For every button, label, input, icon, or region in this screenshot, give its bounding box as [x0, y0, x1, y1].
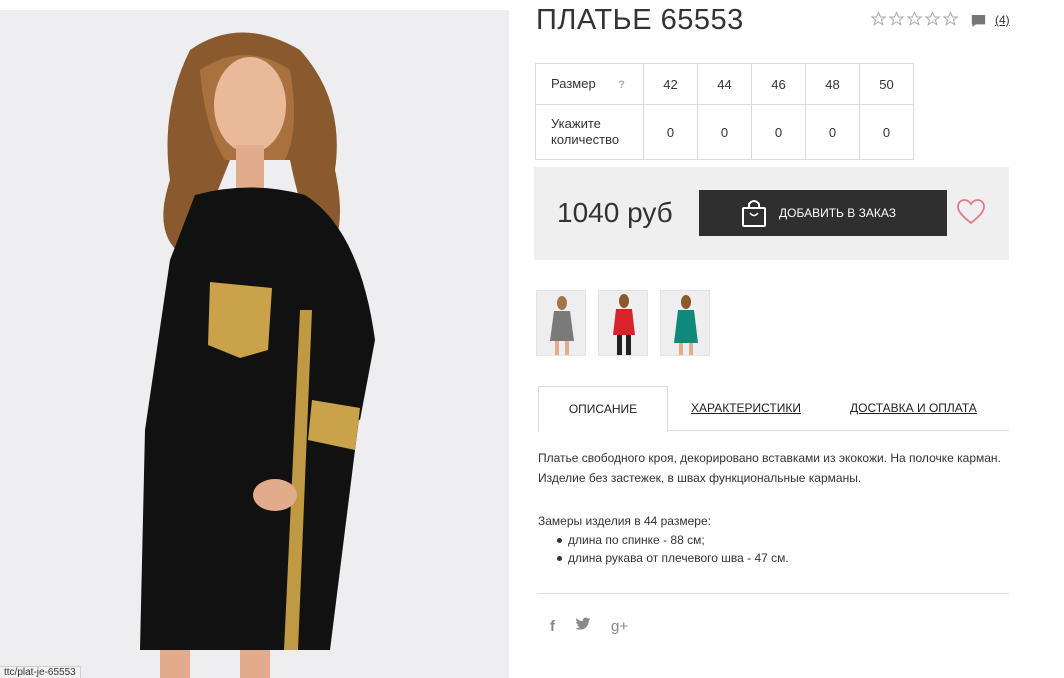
color-thumbnails	[536, 290, 710, 356]
status-bar-url: ttc/plat-je-65553	[0, 666, 81, 678]
qty-field[interactable]: 0	[697, 104, 752, 160]
size-cell[interactable]: 44	[697, 63, 752, 105]
product-title: ПЛАТЬЕ 65553	[536, 4, 744, 36]
star-icon[interactable]	[924, 11, 941, 27]
thumbnail-green[interactable]	[660, 290, 710, 356]
qty-field[interactable]: 0	[751, 104, 806, 160]
add-to-order-label: ДОБАВИТЬ В ЗАКАЗ	[779, 206, 896, 220]
review-count-link[interactable]: (4)	[995, 13, 1010, 27]
tab-description[interactable]: ОПИСАНИЕ	[538, 386, 668, 432]
twitter-icon[interactable]	[575, 617, 591, 635]
qty-field[interactable]: 0	[643, 104, 698, 160]
buy-bar: 1040 руб ДОБАВИТЬ В ЗАКАЗ	[534, 167, 1009, 260]
measures-list: длина по спинке - 88 см; длина рукава от…	[557, 531, 789, 567]
shopping-bag-icon	[742, 200, 766, 227]
thumbnail-gray[interactable]	[536, 290, 586, 356]
size-table: Размер ? 42 44 46 48 50 Укажите количест…	[535, 63, 914, 160]
list-item: длина рукава от плечевого шва - 47 см.	[557, 551, 789, 565]
product-main-photo[interactable]	[0, 10, 509, 678]
divider	[538, 593, 1009, 594]
size-cell[interactable]: 42	[643, 63, 698, 105]
tab-delivery-payment[interactable]: ДОСТАВКА И ОПЛАТА	[850, 386, 977, 431]
size-cell[interactable]: 50	[859, 63, 914, 105]
size-cell[interactable]: 48	[805, 63, 860, 105]
tab-characteristics[interactable]: ХАРАКТЕРИСТИКИ	[691, 386, 801, 431]
help-icon[interactable]: ?	[618, 77, 625, 93]
size-cell[interactable]: 46	[751, 63, 806, 105]
star-icon[interactable]	[888, 11, 905, 27]
thumbnail-red[interactable]	[598, 290, 648, 356]
price: 1040 руб	[557, 197, 673, 228]
add-to-order-button[interactable]: ДОБАВИТЬ В ЗАКАЗ	[699, 190, 947, 236]
size-label: Размер	[551, 76, 596, 91]
list-item: длина по спинке - 88 см;	[557, 531, 789, 549]
star-icon[interactable]	[906, 11, 923, 27]
qty-field[interactable]: 0	[805, 104, 860, 160]
star-icon[interactable]	[870, 11, 887, 27]
star-icon[interactable]	[942, 11, 959, 27]
social-share: f g+	[550, 617, 628, 635]
product-description: Платье свободного кроя, декорировано вст…	[538, 451, 1001, 485]
heart-icon[interactable]	[957, 199, 985, 225]
comment-icon[interactable]	[970, 13, 987, 29]
google-plus-icon[interactable]: g+	[611, 618, 628, 635]
qty-field[interactable]: 0	[859, 104, 914, 160]
rating-stars[interactable]	[870, 11, 959, 27]
qty-label: Укажите количество	[535, 104, 644, 160]
size-label-cell: Размер ?	[535, 63, 644, 105]
measures-title: Замеры изделия в 44 размере:	[538, 514, 711, 528]
product-tabs: ОПИСАНИЕ ХАРАКТЕРИСТИКИ ДОСТАВКА И ОПЛАТ…	[538, 386, 1009, 432]
facebook-icon[interactable]: f	[550, 618, 555, 635]
